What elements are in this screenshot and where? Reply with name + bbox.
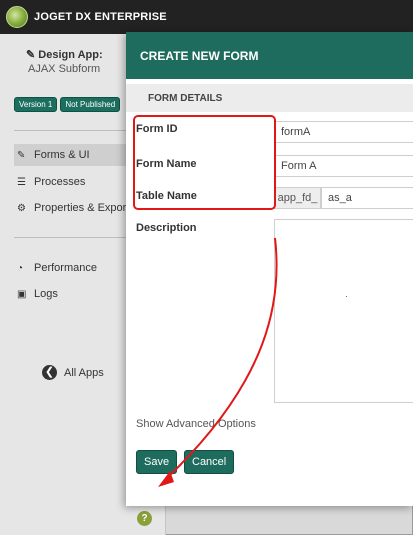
- form-details-section: FORM DETAILS: [126, 84, 413, 112]
- table-prefix: app_fd_: [274, 187, 321, 209]
- sidebar-item-label: Processes: [34, 176, 86, 188]
- edit-icon: ✎: [17, 149, 26, 161]
- sidebar-item-label: Forms & UI: [34, 149, 90, 161]
- cursor-dot: [346, 296, 347, 297]
- all-apps-link[interactable]: ❮ All Apps: [42, 365, 104, 380]
- create-form-dialog: CREATE NEW FORM FORM DETAILS Form ID For…: [126, 32, 413, 506]
- all-apps-label: All Apps: [64, 366, 104, 379]
- sidebar-item-label: Performance: [34, 262, 97, 274]
- list-icon: ☰: [17, 176, 26, 188]
- arrow-left-circle-icon: ❮: [42, 365, 57, 380]
- annotation-highlight-box: [133, 115, 276, 210]
- show-advanced-options-link[interactable]: Show Advanced Options: [136, 418, 256, 430]
- logs-icon: ▣: [17, 288, 27, 300]
- sidebar-item-label: Logs: [34, 288, 58, 300]
- gear-icon: ⚙: [17, 202, 26, 214]
- dialog-title: CREATE NEW FORM: [126, 32, 413, 79]
- publish-status-badge[interactable]: Not Published: [60, 97, 121, 112]
- sidebar-item-label: Properties & Export: [34, 202, 130, 214]
- description-label: Description: [136, 222, 197, 234]
- badges: Version 1 Not Published: [14, 97, 121, 112]
- top-bar: JOGET DX ENTERPRISE: [0, 0, 413, 34]
- version-badge[interactable]: Version 1: [14, 97, 58, 112]
- description-textarea[interactable]: [274, 219, 413, 403]
- form-id-input[interactable]: [274, 121, 413, 143]
- joget-logo-icon: [6, 6, 28, 28]
- save-button[interactable]: Save: [136, 450, 178, 474]
- dashboard-icon: ◔: [17, 262, 24, 274]
- brand-title: JOGET DX ENTERPRISE: [34, 11, 167, 23]
- table-name-input[interactable]: [321, 187, 413, 209]
- form-name-input[interactable]: [274, 155, 413, 177]
- edit-icon: ✎: [26, 49, 36, 61]
- cancel-button[interactable]: Cancel: [184, 450, 235, 474]
- design-app-label: Design App:: [38, 49, 103, 61]
- help-icon[interactable]: ?: [137, 511, 152, 526]
